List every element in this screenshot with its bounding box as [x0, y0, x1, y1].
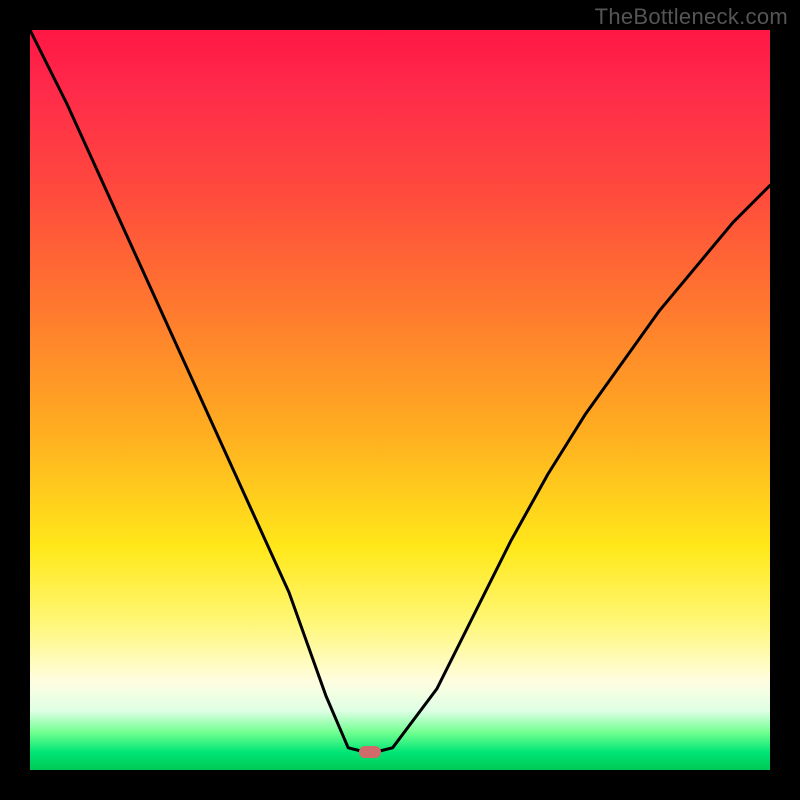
watermark-text: TheBottleneck.com — [595, 4, 788, 30]
curve-line — [30, 30, 770, 752]
chart-plot-area — [30, 30, 770, 770]
chart-curve — [30, 30, 770, 770]
chart-marker-pill — [359, 746, 381, 758]
chart-frame: TheBottleneck.com — [0, 0, 800, 800]
